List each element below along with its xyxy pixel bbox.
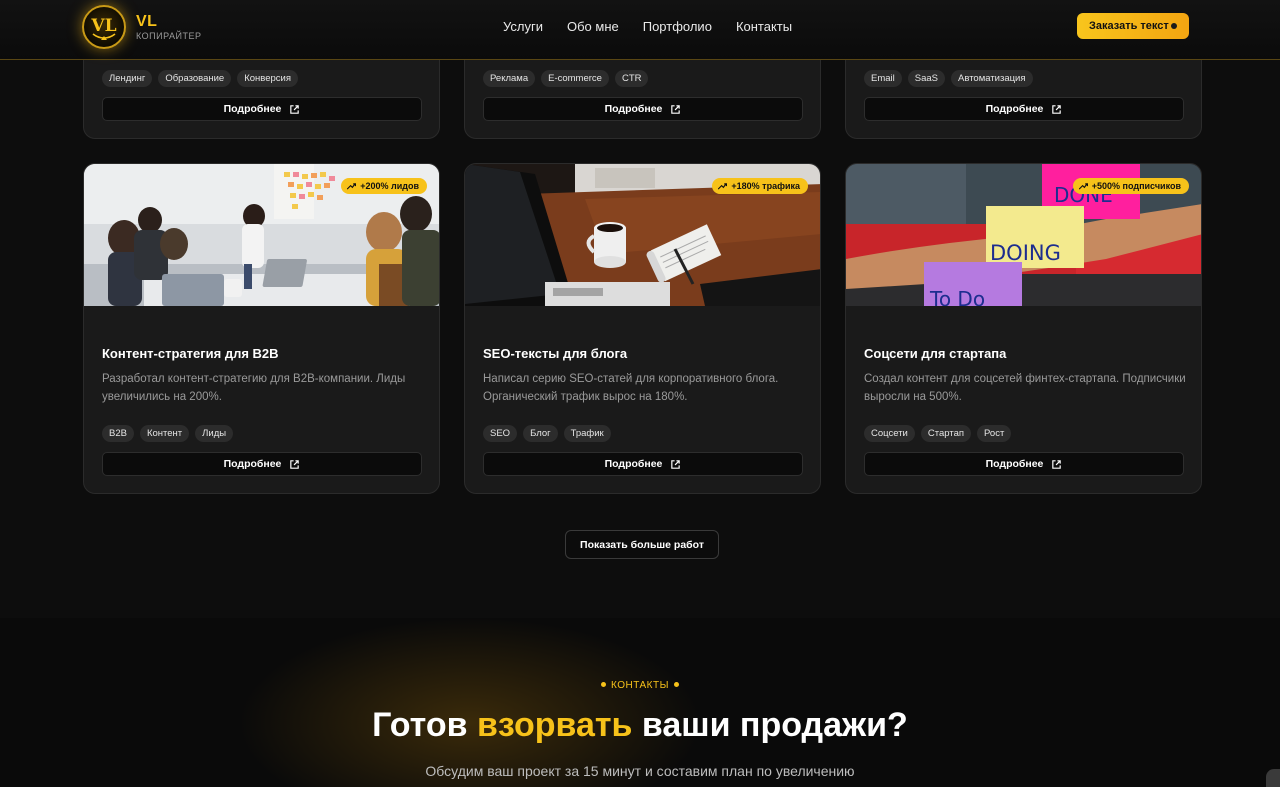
trending-up-icon xyxy=(347,182,357,190)
tag: Соцсети xyxy=(864,425,915,442)
contacts-section: КОНТАКТЫ Готов взорвать ваши продажи? Об… xyxy=(0,618,1280,787)
sticky-note-todo: To Do xyxy=(929,287,985,306)
result-badge-text: +500% подписчиков xyxy=(1091,181,1181,191)
heading-part: ваши продажи? xyxy=(632,706,908,744)
scroll-corner xyxy=(1266,769,1280,787)
tag: Трафик xyxy=(563,425,611,442)
brand-subtitle: КОПИРАЙТЕР xyxy=(136,31,202,41)
card-description: Создал контент для соцсетей финтех-старт… xyxy=(864,373,1186,403)
tag-list: SEO Блог Трафик xyxy=(483,425,611,442)
tag-list: Соцсети Стартап Рост xyxy=(864,425,1012,442)
tag: Стартап xyxy=(920,425,971,442)
result-badge-text: +180% трафика xyxy=(731,181,800,191)
card-description: Написал серию SEO-статей для корпоративн… xyxy=(483,373,779,403)
result-badge: +500% подписчиков xyxy=(1072,178,1189,194)
tag: Блог xyxy=(523,425,558,442)
contacts-heading: Готов взорвать ваши продажи? xyxy=(0,706,1280,745)
nav-contacts[interactable]: Контакты xyxy=(736,19,792,34)
external-link-icon xyxy=(671,459,681,469)
tag-list: Лендинг Образование Конверсия xyxy=(102,70,298,87)
section-label-text: КОНТАКТЫ xyxy=(611,680,669,691)
details-button[interactable]: Подробнее xyxy=(102,452,422,476)
details-label: Подробнее xyxy=(985,458,1044,470)
tag: Конверсия xyxy=(237,70,298,87)
tag: B2B xyxy=(102,425,134,442)
logo[interactable]: VL xyxy=(82,5,126,49)
brand-name: VL xyxy=(136,13,158,30)
trending-up-icon xyxy=(1078,182,1088,190)
nav-services[interactable]: Услуги xyxy=(503,19,543,34)
card-title: Контент-стратегия для B2B xyxy=(102,346,279,361)
tag: CTR xyxy=(614,70,649,87)
contacts-subtitle: Обсудим ваш проект за 15 минут и состави… xyxy=(425,763,855,779)
tag: Образование xyxy=(158,70,232,87)
details-button[interactable]: Подробнее xyxy=(864,97,1184,121)
external-link-icon xyxy=(1052,459,1062,469)
external-link-icon xyxy=(1052,104,1062,114)
details-button[interactable]: Подробнее xyxy=(102,97,422,121)
site-header: VL VL КОПИРАЙТЕР Услуги Обо мне Портфоли… xyxy=(0,0,1280,60)
card-description: Разработал контент-стратегию для B2B-ком… xyxy=(102,373,406,403)
tag-list: B2B Контент Лиды xyxy=(102,425,234,442)
tag: Лендинг xyxy=(102,70,153,87)
svg-text:VL: VL xyxy=(90,16,116,36)
portfolio-card-seo: +180% трафика SEO-тексты для блога Напис… xyxy=(464,163,821,494)
section-label: КОНТАКТЫ xyxy=(0,680,1280,691)
details-label: Подробнее xyxy=(985,103,1044,115)
portfolio-card-b2b: +200% лидов Контент-стратегия для B2B Ра… xyxy=(83,163,440,494)
details-label: Подробнее xyxy=(604,103,663,115)
dot-icon xyxy=(601,681,607,687)
tag: SaaS xyxy=(907,70,946,87)
heading-highlight: взорвать xyxy=(477,706,633,744)
external-link-icon xyxy=(290,459,300,469)
details-button[interactable]: Подробнее xyxy=(864,452,1184,476)
tag: Email xyxy=(864,70,902,87)
tag: Контент xyxy=(139,425,190,442)
external-link-icon xyxy=(290,104,300,114)
details-button[interactable]: Подробнее xyxy=(483,97,803,121)
result-badge: +180% трафика xyxy=(712,178,808,194)
details-label: Подробнее xyxy=(223,458,282,470)
result-badge: +200% лидов xyxy=(341,178,427,194)
tag: Рост xyxy=(977,425,1012,442)
tag-list: Email SaaS Автоматизация xyxy=(864,70,1033,87)
details-label: Подробнее xyxy=(604,458,663,470)
details-button[interactable]: Подробнее xyxy=(483,452,803,476)
logo-emblem: VL xyxy=(90,16,117,40)
show-more-works-button[interactable]: Показать больше работ xyxy=(565,530,719,559)
main-nav: Услуги Обо мне Портфолио Контакты xyxy=(503,19,816,34)
sticky-note-doing: DOING xyxy=(990,241,1061,265)
order-text-label: Заказать текст xyxy=(1089,20,1169,32)
external-link-icon xyxy=(671,104,681,114)
portfolio-card-social: DONE DOING To Do +500% подписчиков Соцсе… xyxy=(845,163,1202,494)
tag: Лиды xyxy=(195,425,234,442)
dot-icon xyxy=(673,681,679,687)
heading-part: Готов xyxy=(372,706,477,744)
details-label: Подробнее xyxy=(223,103,282,115)
nav-about[interactable]: Обо мне xyxy=(567,19,619,34)
result-badge-text: +200% лидов xyxy=(360,181,419,191)
tag: SEO xyxy=(483,425,518,442)
card-title: Соцсети для стартапа xyxy=(864,346,1007,361)
order-text-button[interactable]: Заказать текст xyxy=(1077,13,1189,39)
trending-up-icon xyxy=(718,182,728,190)
tag: Автоматизация xyxy=(951,70,1033,87)
tag: E-commerce xyxy=(541,70,609,87)
card-title: SEO-тексты для блога xyxy=(483,346,628,361)
dot-icon xyxy=(1171,23,1177,29)
tag: Реклама xyxy=(483,70,536,87)
tag-list: Реклама E-commerce CTR xyxy=(483,70,649,87)
nav-portfolio[interactable]: Портфолио xyxy=(643,19,712,34)
